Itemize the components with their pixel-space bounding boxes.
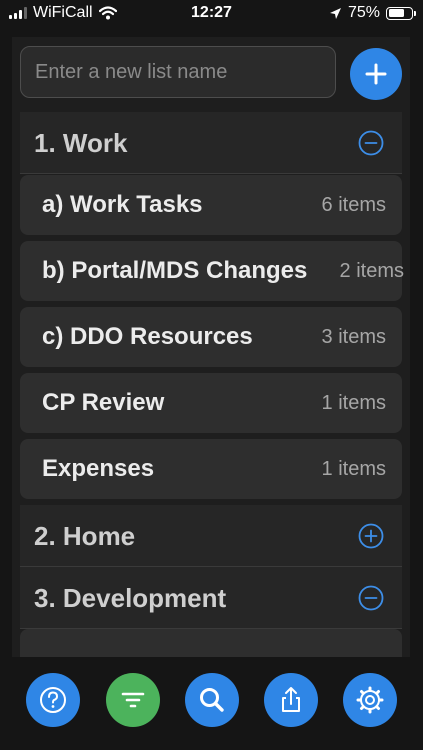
search-button[interactable]: [185, 673, 239, 727]
plus-icon: [365, 63, 387, 85]
list-name: CP Review: [42, 389, 165, 416]
list-item-cp-review[interactable]: CP Review 1 items: [20, 373, 402, 433]
lists-panel: 1. Work a) Work Tasks 6 items b) Portal/…: [12, 37, 410, 657]
list-item-ddo-resources[interactable]: c) DDO Resources 3 items: [20, 307, 402, 367]
help-button[interactable]: [26, 673, 80, 727]
list-item-count: 1 items: [321, 458, 386, 480]
group-title: 2. Home: [34, 521, 136, 551]
minus-circle-icon[interactable]: [358, 130, 384, 156]
list-item-count: 1 items: [321, 392, 386, 414]
status-right: 75%: [329, 4, 416, 22]
share-icon: [282, 687, 300, 712]
list-item-work-tasks[interactable]: a) Work Tasks 6 items: [20, 175, 402, 235]
add-list-button[interactable]: [350, 48, 402, 100]
list-item-partial[interactable]: [20, 629, 402, 657]
plus-circle-icon[interactable]: [358, 523, 384, 549]
battery-percent: 75%: [347, 4, 380, 21]
list-name: b) Portal/MDS Changes: [42, 257, 308, 284]
list-item-count: 3 items: [321, 326, 386, 348]
group-title: 3. Development: [34, 583, 227, 613]
bottom-toolbar: [0, 657, 423, 750]
list-item-expenses[interactable]: Expenses 1 items: [20, 439, 402, 499]
list-name: Expenses: [42, 455, 155, 482]
share-button[interactable]: [264, 673, 318, 727]
group-row-development[interactable]: 3. Development: [20, 567, 402, 629]
new-list-name-input[interactable]: [20, 46, 336, 98]
battery-fill: [388, 9, 405, 17]
list-item-count: 2 items: [339, 260, 404, 282]
filter-icon: [121, 692, 145, 708]
location-arrow-icon: [329, 7, 341, 19]
minus-circle-icon[interactable]: [358, 585, 384, 611]
battery-icon: [386, 6, 416, 20]
group-title: 1. Work: [34, 128, 128, 158]
filter-button[interactable]: [106, 673, 160, 727]
list-item-count: 6 items: [321, 194, 386, 216]
group-row-home[interactable]: 2. Home: [20, 505, 402, 567]
settings-button[interactable]: [343, 673, 397, 727]
group-row-work[interactable]: 1. Work: [20, 112, 402, 174]
list-item-portal-mds-changes[interactable]: b) Portal/MDS Changes 2 items: [20, 241, 404, 301]
settings-icon: [356, 686, 384, 714]
search-icon: [200, 688, 224, 712]
help-icon: [40, 687, 66, 713]
list-name: a) Work Tasks: [42, 191, 203, 218]
list-name: c) DDO Resources: [42, 323, 253, 350]
status-bar: WiFiCall 12:27 75%: [0, 0, 423, 30]
